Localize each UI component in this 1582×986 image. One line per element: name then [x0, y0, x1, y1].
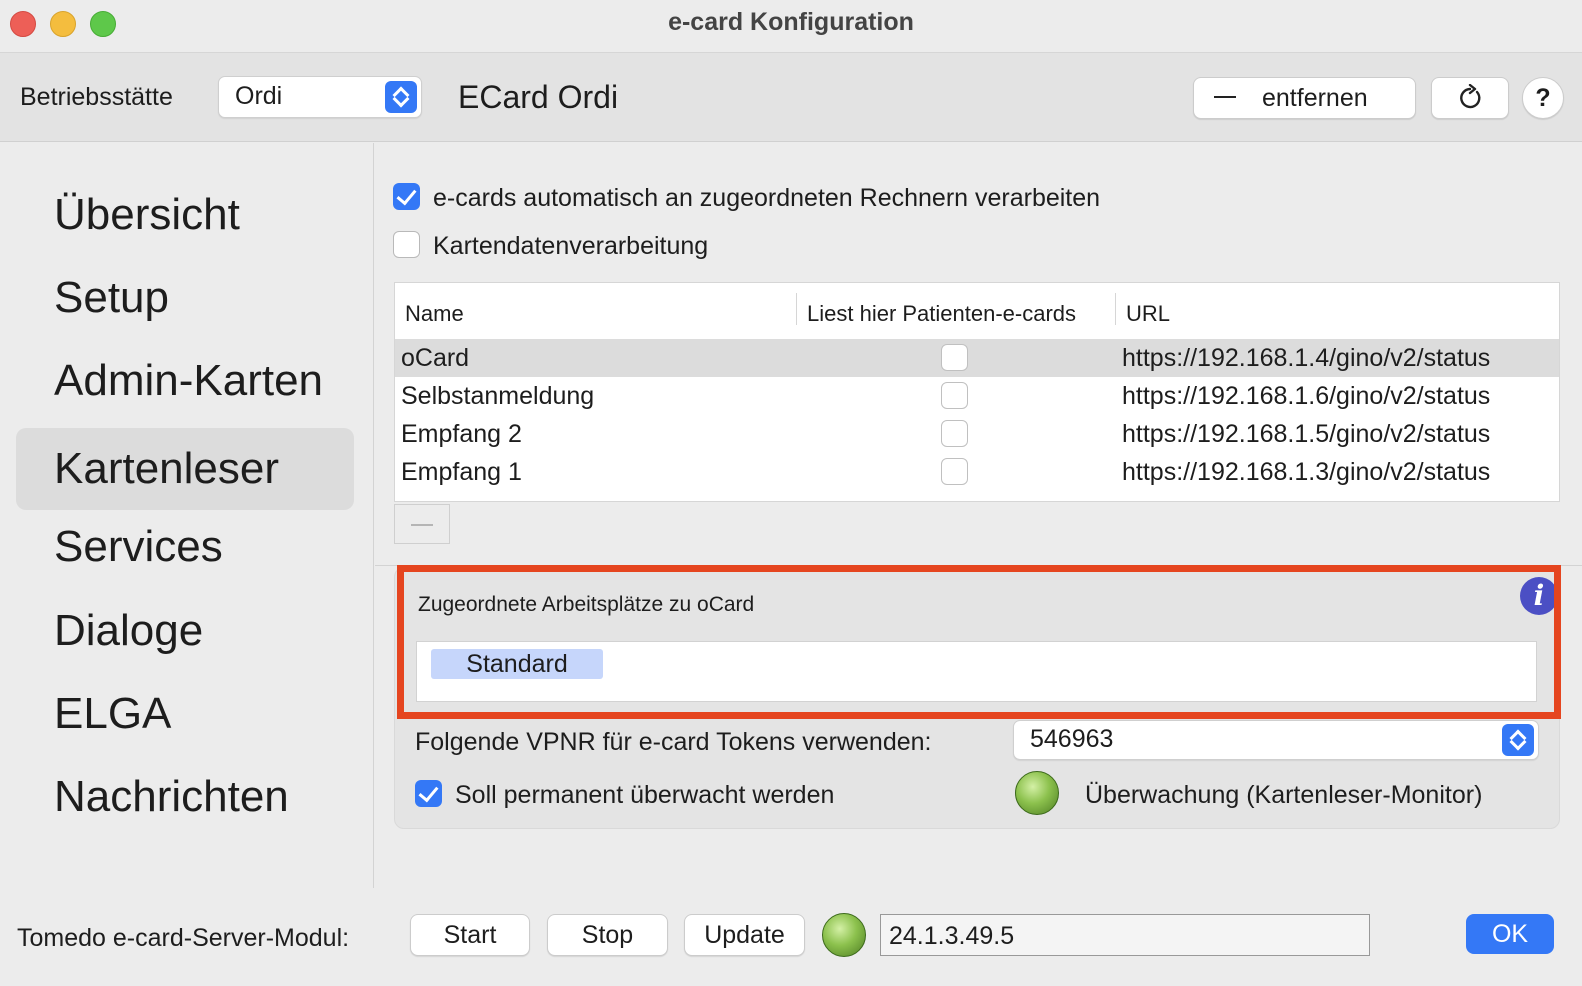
remove-button-label: entfernen — [1262, 84, 1368, 112]
select-arrows-icon — [385, 81, 417, 113]
stop-button[interactable]: Stop — [547, 914, 668, 956]
column-separator — [796, 293, 797, 325]
row-url: https://192.168.1.5/gino/v2/status — [1122, 420, 1491, 448]
table-row[interactable]: Selbstanmeldung https://192.168.1.6/gino… — [395, 377, 1559, 415]
column-header-reads-patient-cards[interactable]: Liest hier Patienten-e-cards — [807, 301, 1076, 327]
sidebar-item-uebersicht[interactable]: Übersicht — [16, 174, 354, 256]
vpnr-select-value: 546963 — [1030, 725, 1114, 753]
row-name: Empfang 1 — [401, 458, 522, 486]
remove-row-button[interactable] — [394, 504, 450, 544]
refresh-button[interactable] — [1431, 77, 1509, 119]
reads-patient-cards-checkbox[interactable] — [941, 420, 968, 447]
sidebar-item-nachrichten[interactable]: Nachrichten — [16, 756, 354, 838]
monitor-status-led — [1015, 771, 1059, 815]
location-label: Betriebsstätte — [20, 83, 173, 111]
sidebar-item-services[interactable]: Services — [16, 506, 354, 588]
reads-patient-cards-checkbox[interactable] — [941, 344, 968, 371]
location-select-value: Ordi — [235, 82, 283, 110]
toolbar: Betriebsstätte Ordi ECard Ordi entfernen… — [0, 52, 1582, 142]
sidebar-item-dialoge[interactable]: Dialoge — [16, 590, 354, 672]
ok-button[interactable]: OK — [1466, 914, 1554, 954]
vpnr-select[interactable]: 546963 — [1013, 720, 1539, 760]
remove-button[interactable]: entfernen — [1193, 77, 1416, 119]
table-row[interactable]: Empfang 2 https://192.168.1.5/gino/v2/st… — [395, 415, 1559, 453]
refresh-icon — [1460, 84, 1481, 109]
window-title: e-card Konfiguration — [668, 8, 914, 36]
row-name: Selbstanmeldung — [401, 382, 595, 410]
reads-patient-cards-checkbox[interactable] — [941, 382, 968, 409]
row-name: oCard — [401, 344, 470, 372]
vpnr-label: Folgende VPNR für e-card Tokens verwende… — [415, 728, 932, 756]
reader-group-title: ECard Ordi — [458, 79, 619, 115]
highlight-box — [397, 565, 1561, 719]
location-select[interactable]: Ordi — [218, 76, 422, 118]
permanent-monitoring-label: Soll permanent überwacht werden — [455, 781, 835, 809]
sidebar-item-elga[interactable]: ELGA — [16, 673, 354, 755]
minus-icon — [1214, 96, 1236, 98]
sidebar-item-kartenleser[interactable]: Kartenleser — [16, 428, 354, 510]
help-button[interactable]: ? — [1522, 77, 1564, 119]
reads-patient-cards-checkbox[interactable] — [941, 458, 968, 485]
card-data-label: Kartendatenverarbeitung — [433, 232, 709, 260]
monitor-label: Überwachung (Kartenleser-Monitor) — [1085, 781, 1483, 809]
select-arrows-icon — [1502, 724, 1534, 756]
card-reader-table: Name Liest hier Patienten-e-cards URL oC… — [394, 282, 1560, 502]
column-separator — [1115, 293, 1116, 325]
start-button[interactable]: Start — [410, 914, 530, 956]
server-module-label: Tomedo e-card-Server-Modul: — [17, 924, 350, 952]
sidebar-item-setup[interactable]: Setup — [16, 257, 354, 339]
card-data-checkbox[interactable] — [393, 231, 420, 258]
sidebar-item-admin-karten[interactable]: Admin-Karten — [16, 340, 354, 422]
sidebar: Übersicht Setup Admin-Karten Kartenleser… — [0, 143, 374, 888]
table-row[interactable]: oCard https://192.168.1.4/gino/v2/status — [395, 339, 1559, 377]
version-field: 24.1.3.49.5 — [880, 914, 1370, 956]
row-url: https://192.168.1.3/gino/v2/status — [1122, 458, 1491, 486]
row-name: Empfang 2 — [401, 420, 522, 448]
update-button[interactable]: Update — [684, 914, 805, 956]
column-header-url[interactable]: URL — [1126, 301, 1170, 327]
permanent-monitoring-checkbox[interactable] — [415, 780, 442, 807]
title-bar: e-card Konfiguration — [0, 0, 1582, 52]
row-url: https://192.168.1.4/gino/v2/status — [1122, 344, 1491, 372]
row-url: https://192.168.1.6/gino/v2/status — [1122, 382, 1491, 410]
auto-process-label: e-cards automatisch an zugeordneten Rech… — [433, 184, 1101, 212]
auto-process-checkbox[interactable] — [393, 183, 420, 210]
server-status-led — [822, 913, 866, 957]
table-row[interactable]: Empfang 1 https://192.168.1.3/gino/v2/st… — [395, 453, 1559, 491]
column-header-name[interactable]: Name — [405, 301, 464, 327]
